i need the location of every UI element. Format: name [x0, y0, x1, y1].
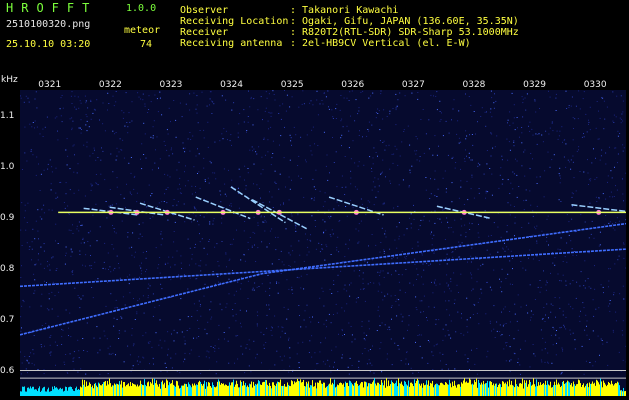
receiver-label: Receiver: [180, 27, 229, 38]
app-version: 1.0.0: [126, 3, 157, 14]
antenna-label: Receiving antenna: [180, 38, 283, 49]
receiver-value: : R820T2(RTL-SDR) SDR-Sharp 53.1000MHz: [290, 27, 519, 38]
hrofft-window: HROFFT 1.0.0 2510100320.png meteor 25.10…: [0, 0, 629, 400]
observer-label: Observer: [180, 5, 229, 16]
x-tick-label: 0326: [341, 80, 365, 90]
location-label: Receiving Location: [180, 16, 289, 27]
y-tick-label: 0.7: [0, 314, 15, 325]
x-tick-label: 0323: [159, 80, 183, 90]
location-value: : Ogaki, Gifu, JAPAN (136.60E, 35.35N): [290, 16, 519, 27]
x-tick-label: 0330: [583, 80, 607, 90]
signal-level-bars: [20, 378, 626, 396]
x-tick-label: 0322: [98, 80, 122, 90]
meteor-echo-4: [230, 186, 286, 224]
x-tick-label: 0329: [523, 80, 546, 90]
observer-value: : Takanori Kawachi: [290, 5, 399, 16]
x-tick-label: 0328: [462, 80, 486, 90]
x-tick-label: 0321: [38, 80, 62, 90]
y-tick-label: 0.9: [0, 212, 15, 223]
y-axis-label: kHz: [1, 75, 18, 85]
meteor-count: 74: [140, 39, 153, 50]
y-tick-label: 1.1: [0, 110, 15, 121]
drifting-trace-0: [20, 248, 626, 288]
drifting-trace-1: [20, 222, 626, 336]
antenna-value: : 2el-HB9CV Vertical (el. E-W): [290, 38, 471, 49]
meteor-label: meteor: [124, 25, 161, 36]
meteor-echo-3: [195, 196, 251, 220]
y-tick-label: 1.0: [0, 161, 15, 172]
file-name: 2510100320.png: [6, 19, 91, 30]
noise-layer: [20, 90, 626, 375]
x-tick-label: 0324: [220, 80, 243, 90]
spectrogram-canvas: [20, 90, 626, 396]
spectrogram-plot: [20, 90, 626, 396]
y-tick-label: 0.8: [0, 263, 15, 274]
date-time: 25.10.10 03:20: [6, 39, 91, 50]
y-tick-label: 0.6: [0, 365, 15, 376]
x-tick-label: 0327: [401, 80, 425, 90]
x-tick-label: 0325: [280, 80, 304, 90]
app-title: HROFFT: [6, 1, 98, 15]
